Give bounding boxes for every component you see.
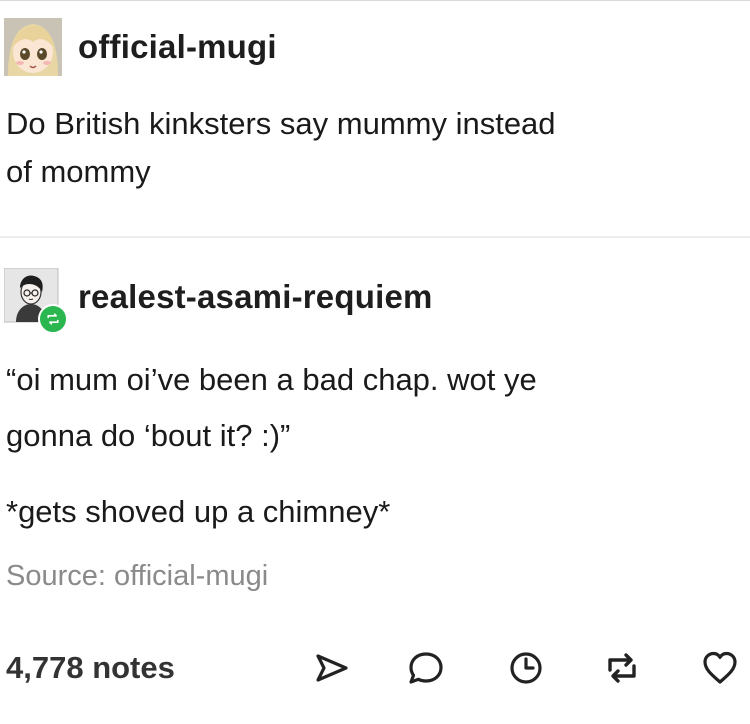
reblog-icon [608,653,636,683]
reblog-badge-icon [38,304,68,334]
original-post-header: official-mugi [4,18,277,76]
send-button[interactable] [312,648,352,688]
notes-count[interactable]: 4,778 notes [6,650,175,686]
original-post-line-2: of mommy [6,154,151,189]
like-icon [703,651,737,684]
reblog-username[interactable]: realest-asami-requiem [78,278,433,316]
reblog-quote-line-1: “oi mum oi’ve been a bad chap. wot ye [6,362,537,397]
reblog-quote-line-2: gonna do ‘bout it? :)” [6,418,291,453]
anime-avatar-icon [4,18,62,76]
like-button[interactable] [700,648,740,688]
send-icon [316,654,348,682]
original-post-line-1: Do British kinksters say mummy instead [6,106,556,141]
source-link[interactable]: Source: official-mugi [6,560,268,593]
original-post-text: Do British kinksters say mummy instead o… [6,100,556,196]
reblog-button[interactable] [602,648,642,688]
history-icon [510,652,542,684]
reblog-header: realest-asami-requiem [3,267,433,334]
top-border [0,0,750,1]
history-button[interactable] [506,648,546,688]
avatar-official-mugi[interactable] [4,18,62,76]
reblog-action-text: *gets shoved up a chimney* [6,494,391,529]
post-divider [0,236,750,238]
original-post-username[interactable]: official-mugi [78,28,277,66]
reblog-quote: “oi mum oi’ve been a bad chap. wot ye go… [6,352,537,464]
avatar-realest-asami-requiem[interactable] [3,267,68,334]
reply-icon [409,652,443,684]
post-footer: 4,778 notes [0,636,750,706]
reply-button[interactable] [406,648,446,688]
